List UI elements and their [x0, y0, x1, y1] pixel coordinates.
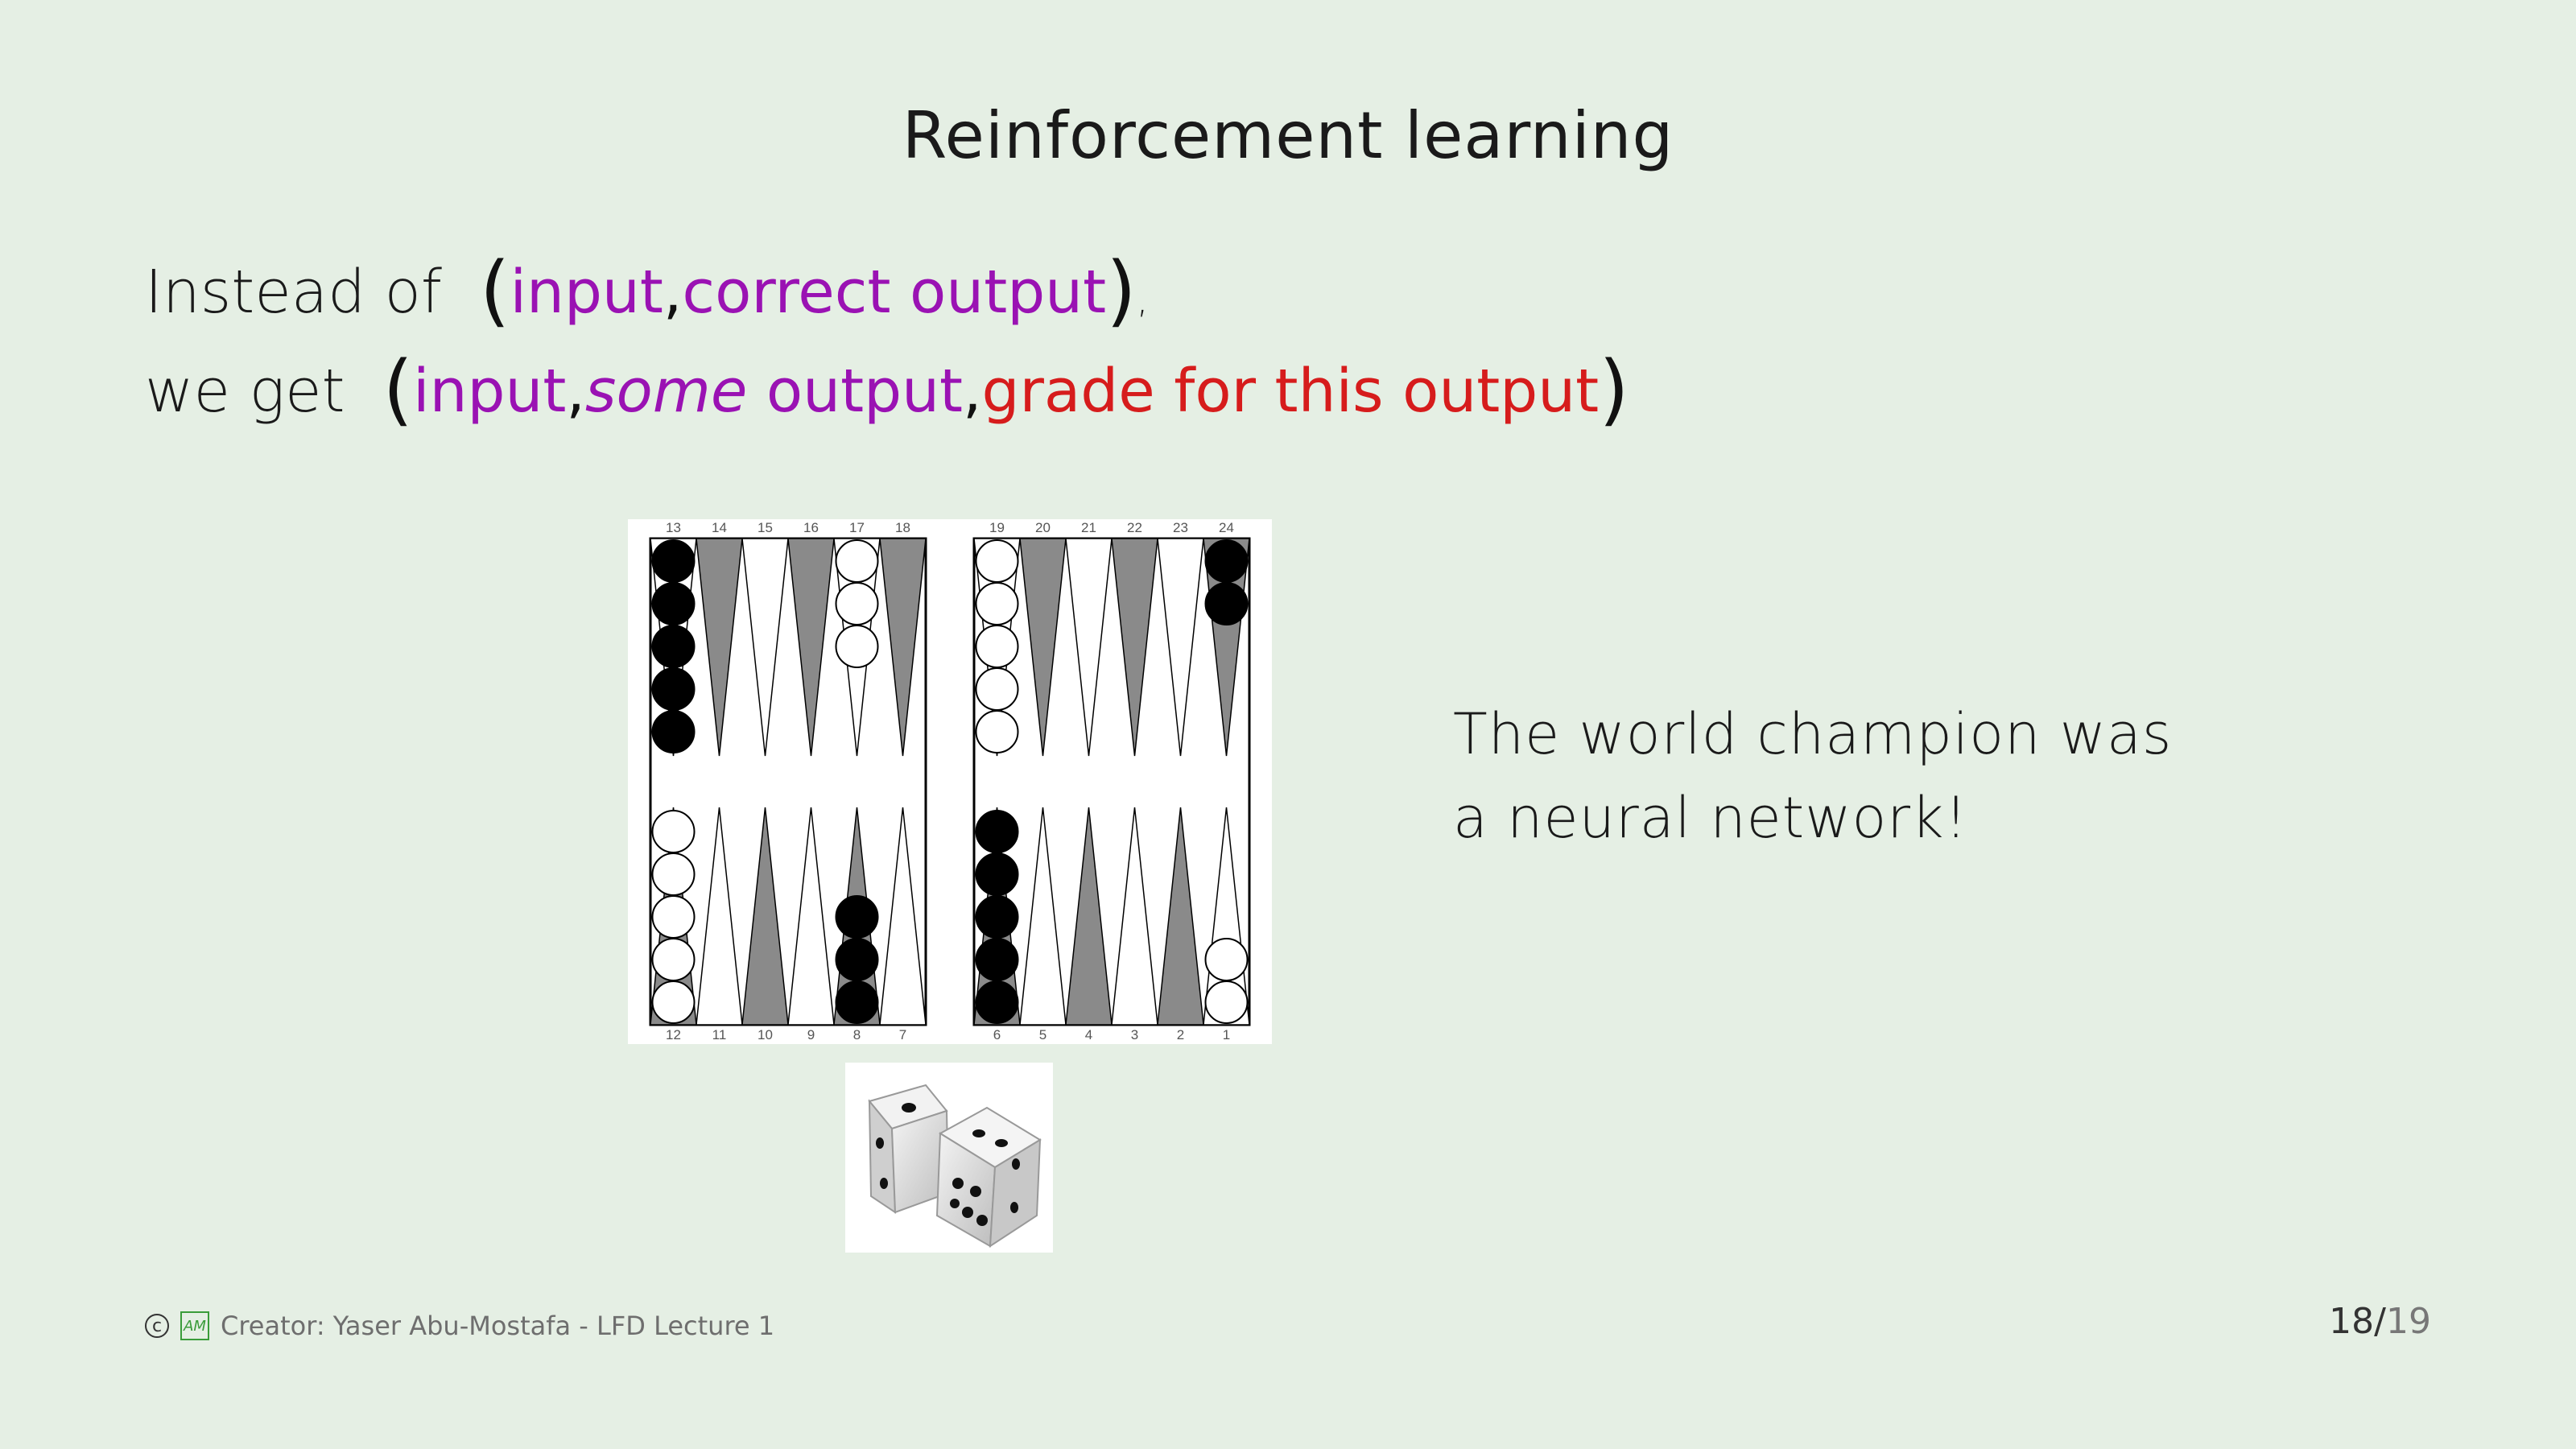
die-two: [935, 1106, 1042, 1248]
caption-line-2: a neural network!: [1453, 785, 1968, 851]
black-checker: [975, 810, 1019, 853]
output-term: output: [766, 357, 963, 426]
black-checker: [835, 938, 879, 981]
die-one: [868, 1084, 950, 1214]
white-checker: [975, 625, 1019, 668]
white-checker: [975, 667, 1019, 711]
white-checker: [975, 710, 1019, 753]
black-checker: [651, 625, 696, 668]
black-checker: [975, 938, 1019, 981]
black-checker: [835, 895, 879, 939]
white-checker: [1204, 980, 1249, 1024]
black-checker: [1204, 582, 1249, 625]
black-checker: [651, 582, 696, 625]
white-checker: [651, 938, 696, 981]
point-number-top: 24: [1219, 520, 1234, 535]
some-term: some: [584, 357, 748, 426]
caption-line-1: The world champion was: [1453, 701, 2173, 767]
input-term: input: [413, 357, 567, 426]
close-paren: ): [1106, 246, 1137, 336]
black-checker: [975, 895, 1019, 939]
page-total: 19: [2386, 1301, 2431, 1342]
black-checker: [651, 667, 696, 711]
point-number-top: 21: [1081, 520, 1096, 535]
point-number-bottom: 12: [666, 1027, 681, 1042]
dice-icon: [868, 1084, 1042, 1248]
logo-icon: AM: [180, 1311, 209, 1340]
we-get-text: we get: [145, 357, 345, 426]
open-paren: (: [480, 246, 510, 336]
page-current: 18: [2329, 1301, 2375, 1342]
page-number: 18/19: [2329, 1301, 2431, 1342]
white-checker: [651, 852, 696, 896]
grade-term: grade for this output: [981, 357, 1600, 426]
white-checker: [651, 980, 696, 1024]
point-number-top: 14: [712, 520, 727, 535]
line-we-get: we get (input,some output,grade for this…: [145, 345, 1629, 435]
point-number-bottom: 4: [1085, 1027, 1092, 1042]
slide-title: Reinforcement learning: [902, 98, 1674, 173]
white-checker: [975, 582, 1019, 625]
black-checker: [975, 980, 1019, 1024]
white-checker: [835, 539, 879, 583]
point-number-bottom: 9: [807, 1027, 815, 1042]
point-number-top: 17: [849, 520, 865, 535]
white-checker: [1204, 938, 1249, 981]
point-number-bottom: 6: [993, 1027, 1001, 1042]
footer: c AM Creator: Yaser Abu-Mostafa - LFD Le…: [145, 1311, 774, 1341]
point-number-bottom: 5: [1039, 1027, 1046, 1042]
comma: ,: [566, 357, 585, 426]
point-number-bottom: 8: [853, 1027, 861, 1042]
champion-caption: The world champion was a neural network!: [1453, 692, 2172, 860]
point-number-bottom: 11: [712, 1027, 727, 1042]
black-checker: [1204, 539, 1249, 583]
trailing-comma: ,: [1136, 277, 1149, 322]
backgammon-board-image: 13 12 14 11 15 10 16 9 17 8 18 7 19 6 20 5 21 4 22 3 23 2 24 1: [628, 519, 1272, 1044]
comma: ,: [962, 357, 982, 426]
black-checker: [835, 980, 879, 1024]
point-number-top: 19: [989, 520, 1005, 535]
white-checker: [835, 625, 879, 668]
point-number-top: 13: [666, 520, 681, 535]
point-number-bottom: 7: [899, 1027, 906, 1042]
dice-image: [845, 1063, 1053, 1253]
creator-credit: Creator: Yaser Abu-Mostafa - LFD Lecture…: [221, 1311, 775, 1341]
black-checker: [651, 710, 696, 753]
line-instead-of: Instead of (input,correct output),: [145, 246, 1149, 336]
white-checker: [835, 582, 879, 625]
instead-of-text: Instead of: [145, 258, 442, 327]
point-number-bottom: 2: [1177, 1027, 1184, 1042]
point-number-bottom: 3: [1131, 1027, 1138, 1042]
point-number-bottom: 10: [758, 1027, 773, 1042]
point-number-top: 23: [1173, 520, 1188, 535]
backgammon-board: 13 12 14 11 15 10 16 9 17 8 18 7 19 6 20 5 21 4 22 3 23 2 24 1: [649, 520, 1251, 1042]
input-term: input: [510, 258, 663, 327]
open-paren: (: [382, 345, 414, 435]
white-checker: [651, 895, 696, 939]
point-number-top: 20: [1035, 520, 1051, 535]
correct-output-term: correct output: [682, 258, 1107, 327]
copyright-icon: c: [145, 1314, 169, 1338]
point-number-top: 16: [803, 520, 819, 535]
white-checker: [651, 810, 696, 853]
black-checker: [651, 539, 696, 583]
white-checker: [975, 539, 1019, 583]
point-number-top: 15: [758, 520, 773, 535]
point-number-top: 22: [1127, 520, 1142, 535]
close-paren: ): [1599, 345, 1629, 435]
point-number-top: 18: [895, 520, 910, 535]
point-number-bottom: 1: [1223, 1027, 1230, 1042]
black-checker: [975, 852, 1019, 896]
comma: ,: [663, 258, 683, 327]
